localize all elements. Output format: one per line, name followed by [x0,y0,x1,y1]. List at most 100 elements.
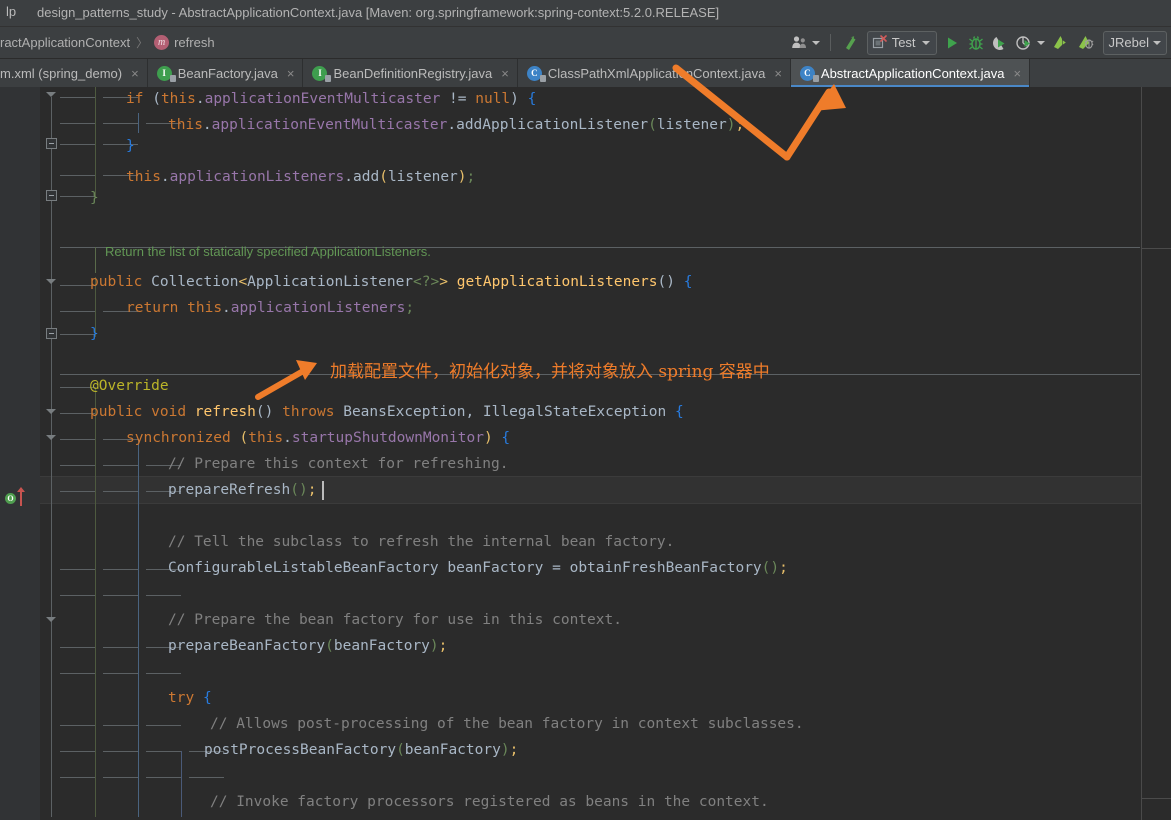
indent-guide [103,751,138,752]
code-comment-line: // Invoke factory processors registered … [210,794,769,810]
code-line: prepareBeanFactory(beanFactory); [168,638,448,654]
profiler-button[interactable] [1012,31,1048,55]
tab-pom-xml[interactable]: m.xml (spring_demo) × [0,59,148,87]
title-bar: lp design_patterns_study - AbstractAppli… [0,0,1171,27]
fold-collapse-arrow-icon[interactable] [46,617,56,622]
breadcrumb: ractApplicationContext 〉 m refresh [0,34,215,51]
indent-guide [146,595,181,596]
indent-guide [103,673,138,674]
fold-box-icon[interactable] [46,328,57,339]
code-editor[interactable]: O if (this.applicationEventMulticaster !… [0,87,1171,820]
java-abstract-class-icon: C [799,65,819,82]
main-toolbar: Test JRebel [788,27,1171,58]
indent-guide [60,465,95,466]
indent-guide [60,97,95,98]
indent-guide [60,751,95,752]
chevron-down-icon [811,40,820,45]
run-play-icon [947,37,957,48]
close-icon[interactable]: × [131,66,139,81]
code-line: postProcessBeanFactory(beanFactory); [204,742,519,758]
editor-gutter[interactable] [0,87,40,820]
user-profile-button[interactable] [788,31,823,55]
override-method-marker-icon[interactable]: O [5,493,16,504]
code-line: ConfigurableListableBeanFactory beanFact… [168,560,788,576]
indent-guide-vertical [95,387,96,817]
chevron-down-icon [1036,40,1045,45]
breadcrumb-separator-icon: 〉 [136,36,149,50]
tab-label: AbstractApplicationContext.java [820,65,1005,81]
indent-guide [103,777,138,778]
run-with-coverage-icon [992,36,1005,50]
code-line: public void refresh() throws BeansExcept… [90,404,684,420]
indent-guide [60,123,95,124]
run-configuration-selector[interactable]: Test [866,30,937,55]
indent-guide [103,123,138,124]
indent-guide [189,777,224,778]
intellij-idea-window: lp design_patterns_study - AbstractAppli… [0,0,1171,820]
jrebel-run-button[interactable] [1048,31,1073,55]
jrebel-label: JRebel [1108,35,1149,50]
navigation-toolbar: ractApplicationContext 〉 m refresh Test … [0,27,1171,59]
tab-bean-definition-registry[interactable]: I BeanDefinitionRegistry.java × [303,59,518,87]
indent-guide-vertical [138,439,139,817]
toolbar-divider [829,34,831,51]
code-line: } [126,138,135,154]
java-interface-icon: I [156,65,176,82]
indent-guide [103,725,138,726]
code-line: public Collection<ApplicationListener<?>… [90,274,693,290]
run-configuration-label: Test [891,35,916,50]
lock-icon [539,74,546,82]
fold-box-icon[interactable] [46,138,57,149]
run-button[interactable] [940,31,964,55]
profiler-icon [1015,35,1030,50]
indent-guide [103,595,138,596]
tab-abstract-application-context[interactable]: C AbstractApplicationContext.java × [790,59,1031,87]
javadoc-summary-line: Return the list of statically specified … [105,244,431,259]
indent-guide [60,569,95,570]
indent-guide [60,725,95,726]
fold-collapse-arrow-icon[interactable] [46,435,56,440]
breadcrumb-class[interactable]: ractApplicationContext [0,35,130,50]
override-arrow-icon [17,487,25,506]
green-arrow-up-icon [845,35,856,50]
menu-bar-help-item[interactable]: lp [6,4,16,19]
indent-guide-vertical [138,113,139,133]
indent-guide [103,465,138,466]
jrebel-debug-button[interactable] [1073,31,1098,55]
fold-spine [51,97,52,257]
indent-guide [103,569,138,570]
tab-label: ClassPathXmlApplicationContext.java [547,65,766,81]
close-icon[interactable]: × [774,66,782,81]
fold-box-icon[interactable] [46,190,57,201]
chevron-down-icon [1153,40,1161,45]
lock-icon [169,74,176,82]
indent-guide [60,673,95,674]
indent-guide [146,673,181,674]
indent-guide-vertical [181,751,182,817]
breadcrumb-method[interactable]: refresh [174,35,214,50]
code-line: synchronized (this.startupShutdownMonito… [126,430,511,446]
fold-collapse-arrow-icon[interactable] [46,92,56,97]
indent-guide-vertical [95,87,96,197]
fold-collapse-arrow-icon[interactable] [46,409,56,414]
current-line-bottom-border [40,503,1141,504]
fold-collapse-arrow-icon[interactable] [46,279,56,284]
run-with-coverage-button[interactable] [988,31,1012,55]
lock-icon [812,74,819,82]
close-icon[interactable]: × [287,66,295,81]
chevron-down-icon [921,40,930,45]
close-icon[interactable]: × [501,66,509,81]
debug-bug-icon [968,35,983,50]
tab-class-path-xml-application-context[interactable]: C ClassPathXmlApplicationContext.java × [518,59,791,87]
indent-guide [103,491,138,492]
close-icon[interactable]: × [1013,66,1021,81]
code-comment-line: // Tell the subclass to refresh the inte… [168,534,675,550]
java-interface-icon: I [312,65,332,82]
method-badge-icon: m [154,35,170,50]
tab-bean-factory[interactable]: I BeanFactory.java × [148,59,304,87]
java-class-icon: C [526,65,546,82]
test-config-icon [872,34,887,48]
debug-button[interactable] [964,31,988,55]
jrebel-selector[interactable]: JRebel [1102,30,1167,55]
update-project-button[interactable] [838,31,864,55]
